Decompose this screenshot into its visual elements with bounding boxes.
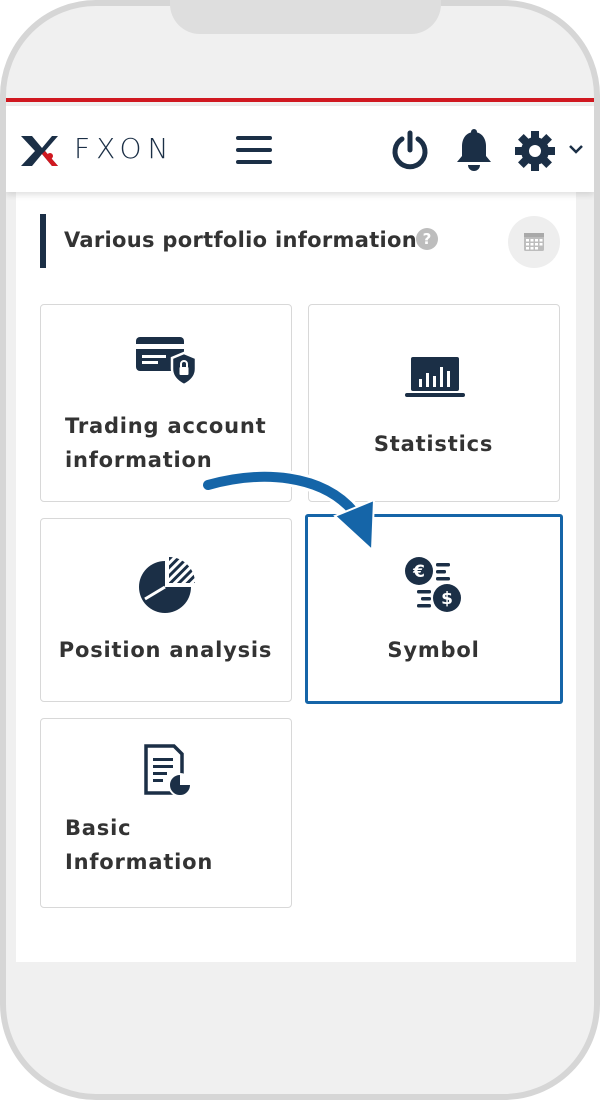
section-accent-bar xyxy=(40,214,46,268)
document-chart-icon xyxy=(144,744,192,797)
tile-label-line: information xyxy=(65,448,213,472)
app-screen: FXON Various portfolio information ? Tra… xyxy=(6,98,594,962)
tile-label: Symbol xyxy=(387,638,480,662)
help-icon[interactable]: ? xyxy=(416,228,438,250)
fxon-logo[interactable]: FXON xyxy=(18,132,208,168)
bar-chart-icon xyxy=(405,357,465,397)
power-icon[interactable] xyxy=(388,128,432,174)
section-title: Various portfolio information xyxy=(64,228,418,252)
tile-symbol[interactable]: € $ Symbol xyxy=(305,514,563,704)
menu-icon[interactable] xyxy=(236,136,272,166)
credit-card-shield-icon xyxy=(136,337,198,387)
tile-label: Position analysis xyxy=(58,638,273,662)
tile-trading-account-information[interactable]: Trading account information xyxy=(40,304,292,502)
svg-text:$: $ xyxy=(441,589,453,609)
tile-statistics[interactable]: Statistics xyxy=(308,304,560,502)
app-header: FXON xyxy=(6,106,594,192)
tile-label-line: Information xyxy=(65,850,214,874)
gear-icon[interactable] xyxy=(514,128,556,174)
phone-notch xyxy=(170,0,441,34)
tile-position-analysis[interactable]: Position analysis xyxy=(40,518,292,702)
calendar-button[interactable] xyxy=(508,216,560,268)
tile-label-line: Trading account xyxy=(65,414,267,438)
tile-label-line: Basic xyxy=(65,816,132,840)
tile-basic-information[interactable]: Basic Information xyxy=(40,718,292,908)
logo-text: FXON xyxy=(74,132,175,165)
svg-text:€: € xyxy=(412,562,425,582)
portfolio-content: Various portfolio information ? Trading … xyxy=(16,192,576,962)
tile-label: Trading account information xyxy=(65,409,267,477)
section-header: Various portfolio information ? xyxy=(40,214,570,268)
tile-label: Statistics xyxy=(373,432,494,456)
calendar-icon xyxy=(524,233,544,251)
pie-chart-icon xyxy=(139,557,195,613)
fxon-logo-mark-icon xyxy=(21,136,58,166)
chevron-down-icon[interactable] xyxy=(568,144,584,156)
bell-icon[interactable] xyxy=(454,128,494,174)
currency-exchange-icon: € $ xyxy=(405,557,461,612)
tile-label: Basic Information xyxy=(65,811,213,879)
